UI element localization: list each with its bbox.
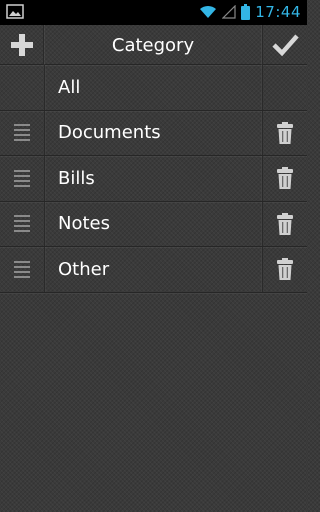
status-time: 17:44 xyxy=(255,3,301,21)
action-bar: Category xyxy=(0,25,307,65)
battery-icon xyxy=(241,4,251,20)
done-button[interactable] xyxy=(262,25,307,65)
drag-handle-icon xyxy=(14,260,30,278)
trash-icon xyxy=(277,167,293,190)
drag-handle-icon xyxy=(14,169,30,187)
status-icons: 17:44 xyxy=(199,3,301,21)
trash-cell xyxy=(262,65,307,110)
drag-handle-icon xyxy=(14,215,30,233)
drag-handle[interactable] xyxy=(0,247,45,292)
drag-handle[interactable] xyxy=(0,156,45,201)
category-label: Notes xyxy=(58,213,110,235)
category-row-notes[interactable]: Notes xyxy=(0,201,307,247)
delete-button[interactable] xyxy=(262,247,307,292)
category-row-other[interactable]: Other xyxy=(0,247,307,293)
page-title: Category xyxy=(111,34,195,56)
add-category-button[interactable] xyxy=(0,25,44,65)
handle-cell xyxy=(0,65,45,110)
trash-icon xyxy=(277,121,293,144)
delete-button[interactable] xyxy=(262,156,307,201)
category-label: Bills xyxy=(58,167,95,189)
checkmark-icon xyxy=(272,34,299,57)
status-bar: 17:44 xyxy=(0,0,307,25)
wifi-icon xyxy=(200,5,217,18)
drag-handle-icon xyxy=(14,124,30,142)
trash-icon xyxy=(277,258,293,281)
category-label: Documents xyxy=(58,122,161,144)
plus-icon xyxy=(10,34,33,56)
category-row-all[interactable]: All xyxy=(0,65,307,111)
category-list: All Documents Bills Notes Other xyxy=(0,65,307,293)
drag-handle[interactable] xyxy=(0,110,45,155)
delete-button[interactable] xyxy=(262,110,307,155)
gallery-notification-icon xyxy=(6,4,24,19)
delete-button[interactable] xyxy=(262,201,307,246)
category-label: All xyxy=(58,76,81,98)
trash-icon xyxy=(277,212,293,235)
drag-handle[interactable] xyxy=(0,201,45,246)
category-row-documents[interactable]: Documents xyxy=(0,110,307,156)
signal-icon xyxy=(222,5,236,19)
category-label: Other xyxy=(58,258,110,280)
category-row-bills[interactable]: Bills xyxy=(0,156,307,202)
